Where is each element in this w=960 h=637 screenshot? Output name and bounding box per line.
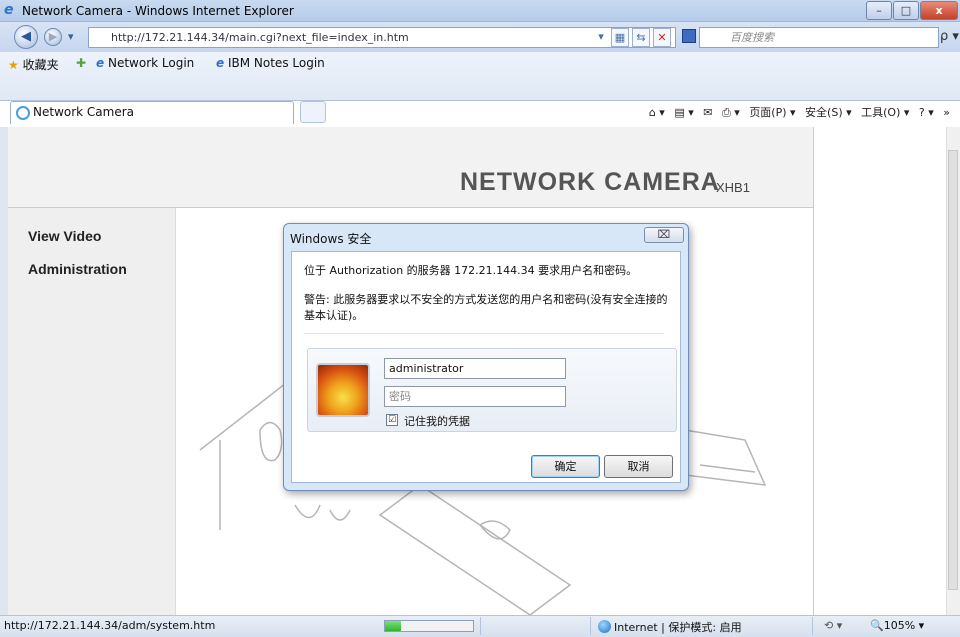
more-commands-button[interactable]: » — [943, 106, 950, 119]
stop-icon[interactable]: ✕ — [653, 28, 671, 47]
favorite-link-label: Network Login — [107, 56, 195, 70]
cancel-button[interactable]: 取消 — [604, 455, 673, 478]
page-menu[interactable]: 页面(P) ▾ — [749, 104, 795, 120]
close-window-button[interactable]: x — [920, 1, 958, 20]
dialog-warning: 警告: 此服务器要求以不安全的方式发送您的用户名和密码(没有安全连接的基本认证)… — [304, 293, 668, 322]
minimize-button[interactable]: – — [866, 1, 892, 20]
dialog-close-button[interactable]: ⌧ — [644, 227, 684, 243]
loading-icon — [16, 106, 30, 120]
ie-logo-icon: e — [4, 2, 14, 18]
dialog-message: 位于 Authorization 的服务器 172.21.144.34 要求用户… — [304, 264, 638, 277]
tab-network-camera[interactable]: Network Camera — [10, 101, 294, 124]
favorite-link-network-login[interactable]: e Network Login — [96, 56, 194, 70]
window-title: Network Camera - Windows Internet Explor… — [22, 4, 294, 18]
camera-model: XHB1 — [716, 180, 750, 195]
ok-button[interactable]: 确定 — [531, 455, 600, 478]
refresh-icon[interactable]: ⇆ — [632, 28, 650, 47]
nav-view-video[interactable]: View Video — [28, 228, 101, 244]
dialog-title: Windows 安全 — [290, 232, 372, 246]
username-field[interactable]: administrator — [384, 358, 566, 379]
url-dropdown-icon[interactable]: ▾ — [594, 28, 608, 47]
user-avatar — [316, 363, 370, 417]
help-menu[interactable]: ? ▾ — [919, 106, 934, 119]
popup-blocker-icon[interactable]: ⟲ ▾ — [824, 619, 842, 632]
ie-page-icon: e — [216, 56, 225, 70]
phone-outline — [378, 484, 572, 615]
back-button[interactable]: ◀ — [14, 25, 38, 49]
password-field[interactable]: 密码 — [384, 386, 566, 407]
remember-credentials-label[interactable]: 记住我的凭据 — [404, 413, 470, 429]
status-url: http://172.21.144.34/adm/system.htm — [4, 619, 216, 632]
print-button[interactable]: ⎙ ▾ — [722, 106, 740, 120]
feeds-button[interactable]: ▤ ▾ — [674, 106, 693, 119]
command-bar: ⌂ ▾ ▤ ▾ ✉ ⎙ ▾ 页面(P) ▾ 安全(S) ▾ 工具(O) ▾ ? … — [649, 104, 956, 128]
address-toolbar: ◀ ▶ ▾ e http://172.21.144.34/main.cgi?ne… — [0, 22, 960, 52]
status-separator — [480, 617, 481, 635]
scrollbar-thumb[interactable] — [948, 150, 958, 590]
security-zone-status[interactable]: Internet | 保护模式: 启用 — [614, 619, 742, 635]
zoom-level[interactable]: 🔍105% ▾ — [870, 619, 924, 632]
baidu-icon — [682, 29, 696, 43]
history-dropdown-icon[interactable]: ▾ — [68, 30, 74, 43]
loading-progress-fill — [385, 621, 401, 631]
compatibility-icon[interactable]: ▦ — [611, 28, 629, 47]
new-tab-button[interactable] — [300, 101, 326, 123]
status-separator — [812, 617, 813, 635]
add-favorite-icon[interactable]: ✚ — [76, 56, 86, 70]
dog-legs — [294, 504, 351, 521]
internet-zone-icon — [598, 620, 611, 633]
phone-drawing — [479, 520, 511, 540]
laptop-outline — [684, 429, 767, 486]
dialog-divider — [304, 333, 664, 334]
page-title: NETWORK CAMERA — [460, 168, 720, 196]
star-icon: ★ — [8, 58, 19, 72]
mail-button[interactable]: ✉ — [703, 106, 712, 119]
maximize-button[interactable]: □ — [893, 1, 919, 20]
status-separator — [590, 617, 591, 635]
search-input[interactable]: 百度搜索 — [699, 27, 939, 48]
forward-button[interactable]: ▶ — [44, 28, 62, 46]
home-button[interactable]: ⌂ ▾ — [649, 106, 665, 119]
window-left-border — [0, 127, 8, 615]
safety-menu[interactable]: 安全(S) ▾ — [805, 104, 852, 120]
nav-administration[interactable]: Administration — [28, 261, 127, 277]
cat-outline — [259, 421, 283, 462]
favorite-link-ibm-notes[interactable]: e IBM Notes Login — [216, 56, 325, 70]
search-icon[interactable]: ρ ▾ — [940, 29, 960, 44]
laptop-keys — [699, 464, 756, 473]
favorites-button[interactable]: ★ 收藏夹 — [8, 56, 59, 73]
favorites-bar: ★ 收藏夹 ✚ e Network Login e IBM Notes Logi… — [0, 52, 960, 101]
tools-menu[interactable]: 工具(O) ▾ — [861, 104, 909, 120]
favorite-link-label: IBM Notes Login — [227, 56, 325, 70]
url-input[interactable]: http://172.21.144.34/main.cgi?next_file=… — [88, 27, 676, 48]
favorites-label: 收藏夹 — [22, 58, 59, 72]
window-title-bar: e Network Camera - Windows Internet Expl… — [0, 0, 960, 22]
right-column — [813, 127, 946, 615]
ie-page-icon: e — [96, 56, 105, 70]
remember-credentials-checkbox[interactable]: ☑ — [386, 414, 398, 426]
